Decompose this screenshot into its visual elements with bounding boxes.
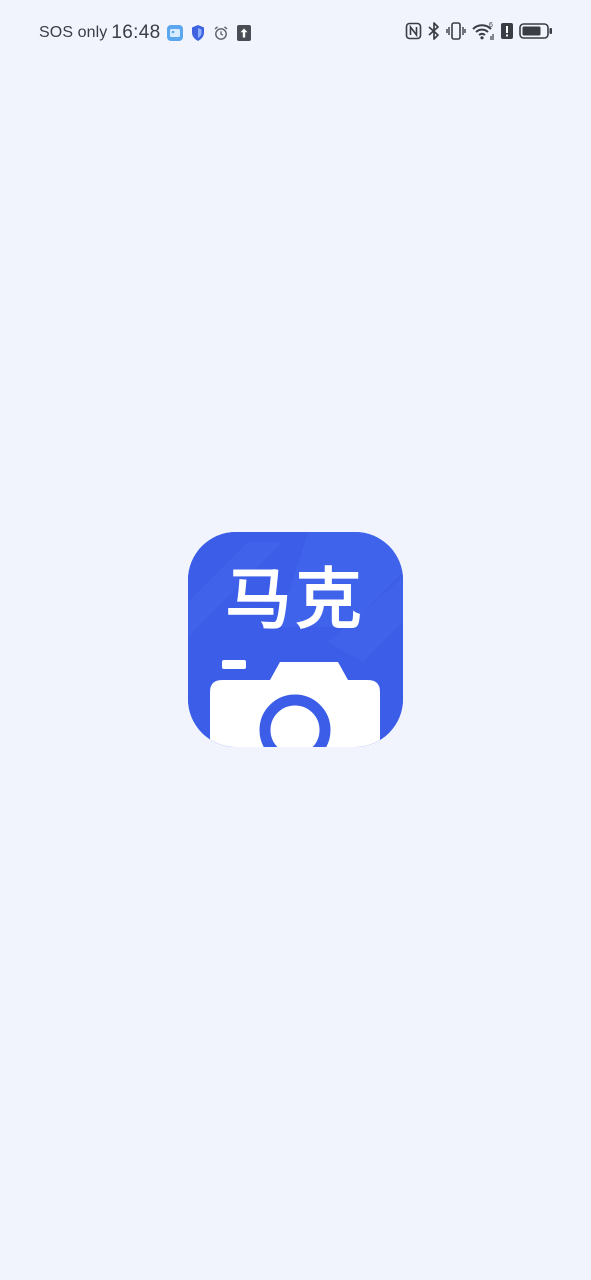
vibrate-icon [446, 21, 466, 46]
status-bar-left: SOS only 16:48 [39, 20, 258, 46]
clock: 16:48 [111, 22, 161, 43]
splash-screen: SOS only 16:48 6 马克 [0, 0, 591, 1280]
bluetooth-icon [427, 21, 441, 46]
battery-icon [519, 22, 553, 45]
app-logo: 马克 [188, 532, 403, 747]
carrier-label: SOS only [39, 24, 108, 41]
shield-icon [190, 24, 206, 42]
nfc-icon [405, 22, 422, 45]
wifi-6-icon: 6 [471, 21, 495, 46]
svg-text:6: 6 [489, 22, 493, 29]
alarm-icon [212, 24, 230, 42]
status-bar: SOS only 16:48 6 [0, 0, 591, 66]
upload-icon [236, 24, 252, 42]
app-logo-text: 马克 [225, 561, 366, 638]
status-bar-right: 6 [405, 20, 553, 46]
gallery-notification-icon [166, 24, 184, 42]
alert-icon [500, 22, 514, 45]
